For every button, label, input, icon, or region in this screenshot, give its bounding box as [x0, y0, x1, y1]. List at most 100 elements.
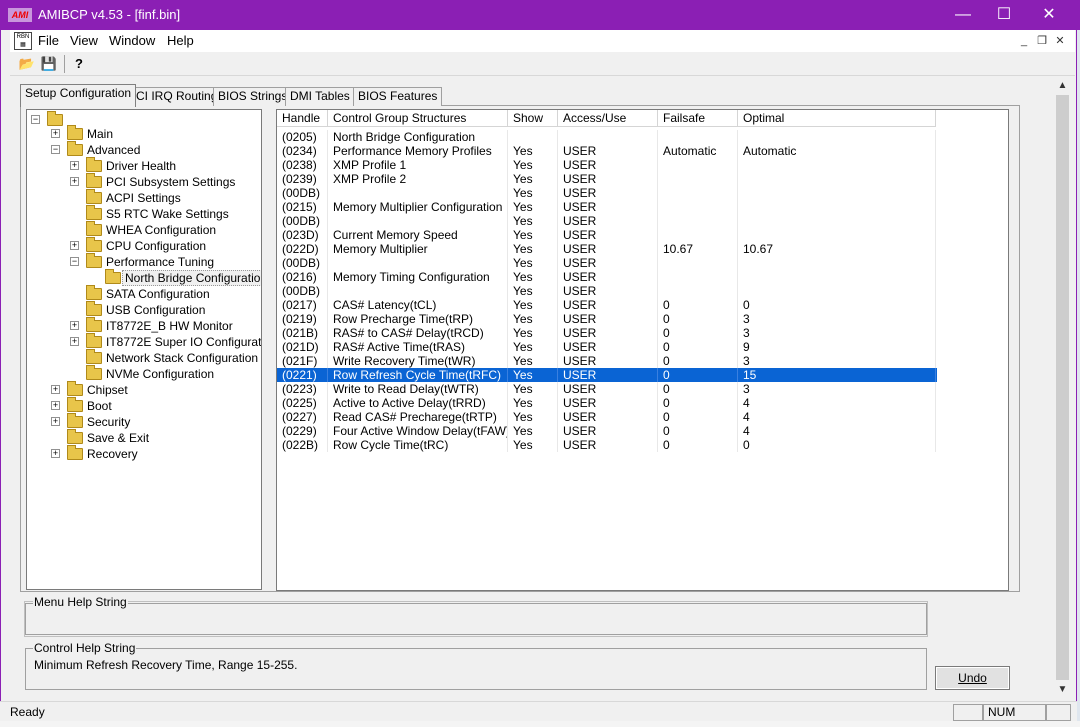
scroll-down-icon[interactable]: ▼	[1054, 681, 1071, 698]
cell-optimal	[738, 172, 936, 186]
expand-icon[interactable]: +	[51, 385, 60, 394]
expand-icon[interactable]: +	[70, 337, 79, 346]
table-row[interactable]: (00DB) Yes USER	[277, 284, 937, 298]
cell-failsafe: 0	[658, 326, 738, 340]
table-row[interactable]: (0223) Write to Read Delay(tWTR) Yes USER 0 3	[277, 382, 937, 396]
column-header-handle[interactable]: Handle	[277, 110, 328, 127]
table-row-selected[interactable]: (0221) Row Refresh Cycle Time(tRFC) Yes USE…	[277, 368, 937, 382]
vertical-scrollbar[interactable]: ▲ ▼	[1054, 77, 1071, 700]
setup-tree-view[interactable]: − + Main − Advanced + Driver Health + PC…	[26, 109, 262, 590]
cell-show: Yes	[508, 438, 558, 452]
open-folder-icon[interactable]: 📂	[16, 54, 38, 74]
cell-show: Yes	[508, 326, 558, 340]
table-row[interactable]: (022B) Row Cycle Time(tRC) Yes USER 0 0	[277, 438, 937, 452]
control-group-grid[interactable]: Handle Control Group Structures Show Acc…	[276, 109, 1009, 591]
collapse-icon[interactable]: −	[70, 257, 79, 266]
table-row[interactable]: (0216) Memory Timing Configuration Yes USER	[277, 270, 937, 284]
table-row[interactable]: (023D) Current Memory Speed Yes USER	[277, 228, 937, 242]
cell-structure: CAS# Latency(tCL)	[328, 298, 508, 312]
grid-header: Handle Control Group Structures Show Acc…	[277, 110, 1008, 127]
cell-handle: (0216)	[277, 270, 328, 284]
table-row[interactable]: (022D) Memory Multiplier Yes USER 10.67 10.67	[277, 242, 937, 256]
column-header-access[interactable]: Access/Use	[558, 110, 658, 127]
tab-bios-features[interactable]: BIOS Features	[353, 87, 443, 106]
tab-bios-strings[interactable]: BIOS Strings	[213, 87, 293, 106]
control-help-label: Control Help String	[33, 641, 137, 655]
folder-icon	[86, 333, 102, 348]
cell-show: Yes	[508, 396, 558, 410]
cell-handle: (00DB)	[277, 186, 328, 200]
scroll-up-icon[interactable]: ▲	[1054, 77, 1071, 94]
collapse-icon[interactable]: −	[51, 145, 60, 154]
expand-icon[interactable]: +	[51, 449, 60, 458]
table-row[interactable]: (00DB) Yes USER	[277, 186, 937, 200]
table-row[interactable]: (0217) CAS# Latency(tCL) Yes USER 0 0	[277, 298, 937, 312]
cell-show: Yes	[508, 200, 558, 214]
collapse-icon[interactable]: −	[31, 115, 40, 124]
expand-icon[interactable]: +	[51, 401, 60, 410]
mdi-restore-button[interactable]: ❐	[1034, 33, 1050, 49]
column-header-show[interactable]: Show	[508, 110, 558, 127]
expand-icon[interactable]: +	[70, 321, 79, 330]
cell-show	[508, 130, 558, 144]
scroll-thumb[interactable]	[1056, 95, 1069, 680]
table-row[interactable]: (0238) XMP Profile 1 Yes USER	[277, 158, 937, 172]
cell-handle: (00DB)	[277, 256, 328, 270]
minimize-button[interactable]: —	[940, 0, 986, 30]
column-header-optimal[interactable]: Optimal	[738, 110, 936, 127]
help-icon[interactable]: ?	[68, 54, 90, 74]
expand-icon[interactable]: +	[51, 417, 60, 426]
save-icon[interactable]: 💾	[38, 54, 60, 74]
cell-access: USER	[558, 256, 658, 270]
cell-failsafe	[658, 130, 738, 144]
cell-access	[558, 130, 658, 144]
tab-setup-configuration[interactable]: Setup Configuration	[20, 84, 137, 107]
table-row[interactable]: (0225) Active to Active Delay(tRRD) Yes USE…	[277, 396, 937, 410]
table-row[interactable]: (00DB) Yes USER	[277, 214, 937, 228]
undo-button[interactable]: Undo	[935, 666, 1010, 690]
cell-structure: Four Active Window Delay(tFAW)	[328, 424, 508, 438]
menu-window[interactable]: Window	[109, 33, 155, 48]
cell-optimal: 3	[738, 354, 936, 368]
expand-icon[interactable]: +	[70, 241, 79, 250]
document-icon[interactable]: RBN ▦	[14, 32, 32, 50]
table-row[interactable]: (0234) Performance Memory Profiles Yes USER…	[277, 144, 937, 158]
table-row[interactable]: (00DB) Yes USER	[277, 256, 937, 270]
tree-label: Advanced	[87, 143, 141, 157]
column-header-failsafe[interactable]: Failsafe	[658, 110, 738, 127]
tab-pci-irq-routing[interactable]: PCI IRQ Routing	[123, 87, 223, 106]
expand-icon[interactable]: +	[51, 129, 60, 138]
cell-structure	[328, 186, 508, 200]
column-header-structures[interactable]: Control Group Structures	[328, 110, 508, 127]
folder-icon	[86, 237, 102, 252]
close-button[interactable]: ✕	[1026, 0, 1072, 30]
maximize-button[interactable]: ☐	[981, 0, 1027, 30]
cell-failsafe: 0	[658, 382, 738, 396]
table-row[interactable]: (0239) XMP Profile 2 Yes USER	[277, 172, 937, 186]
title-bar[interactable]: AMI AMIBCP v4.53 - [finf.bin] — ☐ ✕	[0, 0, 1080, 30]
cell-optimal	[738, 186, 936, 200]
table-row[interactable]: (0227) Read CAS# Precharege(tRTP) Yes USER 0…	[277, 410, 937, 424]
tree-label: PCI Subsystem Settings	[106, 175, 236, 189]
cell-handle: (021D)	[277, 340, 328, 354]
table-row[interactable]: (0205) North Bridge Configuration	[277, 130, 937, 144]
menu-help[interactable]: Help	[167, 33, 194, 48]
folder-icon	[47, 111, 63, 126]
table-row[interactable]: (0215) Memory Multiplier Configuration Yes…	[277, 200, 937, 214]
expand-icon[interactable]: +	[70, 161, 79, 170]
table-row[interactable]: (021D) RAS# Active Time(tRAS) Yes USER 0 9	[277, 340, 937, 354]
cell-access: USER	[558, 298, 658, 312]
menu-file[interactable]: File	[38, 33, 59, 48]
table-row[interactable]: (021B) RAS# to CAS# Delay(tRCD) Yes USER 0 3	[277, 326, 937, 340]
expand-icon[interactable]: +	[70, 177, 79, 186]
cell-show: Yes	[508, 368, 558, 382]
table-row[interactable]: (021F) Write Recovery Time(tWR) Yes USER 0 3	[277, 354, 937, 368]
mdi-minimize-button[interactable]: _	[1016, 33, 1032, 49]
mdi-close-button[interactable]: ✕	[1052, 33, 1068, 49]
menu-view[interactable]: View	[70, 33, 98, 48]
cell-access: USER	[558, 410, 658, 424]
table-row[interactable]: (0219) Row Precharge Time(tRP) Yes USER 0 3	[277, 312, 937, 326]
table-row[interactable]: (0229) Four Active Window Delay(tFAW) Yes U…	[277, 424, 937, 438]
cell-handle: (0239)	[277, 172, 328, 186]
tab-dmi-tables[interactable]: DMI Tables	[285, 87, 355, 106]
